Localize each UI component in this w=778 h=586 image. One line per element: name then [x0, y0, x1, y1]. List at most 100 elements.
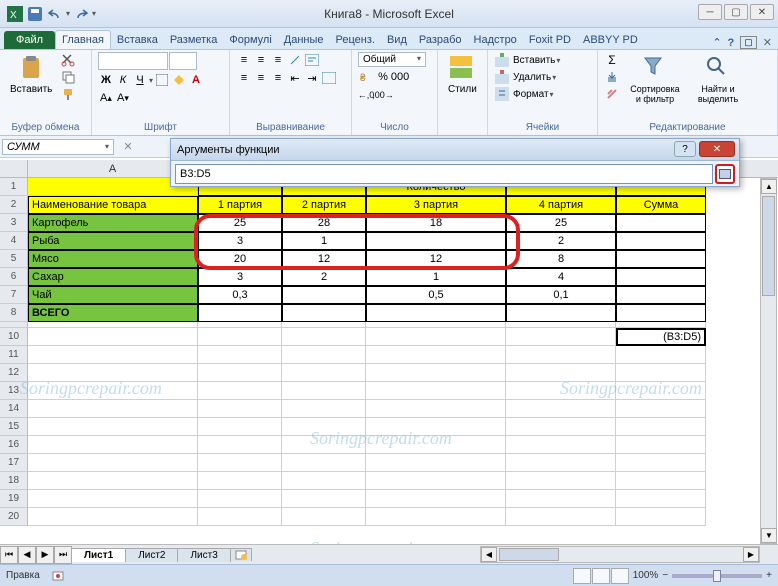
cell[interactable]: 4 партия — [506, 196, 616, 214]
cell[interactable] — [616, 346, 706, 364]
minimize-button[interactable]: ─ — [698, 4, 722, 20]
row-header[interactable]: 4 — [0, 232, 28, 250]
number-format-select[interactable]: Общий▾ — [358, 52, 426, 67]
cell[interactable] — [616, 364, 706, 382]
cell[interactable]: 0,1 — [506, 286, 616, 304]
minimize-ribbon-icon[interactable]: ⌃ — [712, 36, 721, 49]
zoom-slider[interactable] — [672, 574, 762, 578]
cell[interactable] — [198, 364, 282, 382]
row-header[interactable]: 19 — [0, 490, 28, 508]
next-sheet-button[interactable]: ▶ — [36, 546, 54, 564]
cell[interactable] — [198, 382, 282, 400]
file-tab[interactable]: Файл — [4, 31, 55, 49]
cell[interactable] — [282, 364, 366, 382]
cell[interactable] — [366, 490, 506, 508]
cell[interactable]: 25 — [198, 214, 282, 232]
cell[interactable] — [282, 346, 366, 364]
cell[interactable] — [506, 364, 616, 382]
cell[interactable] — [366, 382, 506, 400]
cell[interactable] — [282, 286, 366, 304]
cell[interactable] — [366, 304, 506, 322]
cell[interactable] — [616, 472, 706, 490]
autosum-icon[interactable]: Σ — [604, 52, 620, 68]
row-header[interactable]: 6 — [0, 268, 28, 286]
tab-insert[interactable]: Вставка — [111, 31, 164, 49]
bold-icon[interactable]: Ж — [98, 72, 114, 88]
zoom-thumb[interactable] — [713, 570, 721, 582]
font-size-input[interactable] — [169, 52, 197, 70]
cell[interactable]: 12 — [366, 250, 506, 268]
cell[interactable] — [616, 436, 706, 454]
page-layout-view-button[interactable] — [592, 568, 610, 584]
inner-close-icon[interactable]: ✕ — [763, 36, 772, 49]
cell[interactable] — [506, 508, 616, 526]
cell[interactable] — [282, 508, 366, 526]
cell[interactable]: 20 — [198, 250, 282, 268]
cell[interactable] — [506, 436, 616, 454]
wrap-text-icon[interactable] — [304, 52, 320, 68]
cell[interactable]: 0,3 — [198, 286, 282, 304]
cell[interactable] — [28, 508, 198, 526]
tab-layout[interactable]: Разметка — [164, 31, 224, 49]
last-sheet-button[interactable]: ⏭ — [54, 546, 72, 564]
row-header[interactable]: 14 — [0, 400, 28, 418]
cut-icon[interactable] — [60, 52, 76, 68]
sort-filter-button[interactable]: Сортировка и фильтр — [624, 52, 686, 106]
name-box[interactable]: СУММ▾ — [2, 139, 114, 155]
scroll-thumb[interactable] — [762, 196, 775, 296]
row-header[interactable]: 11 — [0, 346, 28, 364]
align-middle-icon[interactable]: ≡ — [253, 52, 269, 68]
cell[interactable] — [198, 400, 282, 418]
worksheet-grid[interactable]: A B C D E F 1 Количество 2 Наименование … — [0, 160, 778, 564]
sheet-tab[interactable]: Лист1 — [71, 548, 126, 562]
cell[interactable]: 1 — [282, 232, 366, 250]
select-all-corner[interactable] — [0, 160, 28, 177]
save-icon[interactable] — [26, 5, 44, 23]
cell[interactable]: 25 — [506, 214, 616, 232]
tab-view[interactable]: Вид — [381, 31, 413, 49]
border-icon[interactable] — [154, 72, 170, 88]
insert-cell-icon[interactable] — [494, 52, 510, 68]
cell[interactable] — [198, 472, 282, 490]
page-break-view-button[interactable] — [611, 568, 629, 584]
cell[interactable]: 2 — [506, 232, 616, 250]
cell[interactable] — [506, 490, 616, 508]
cell[interactable] — [198, 436, 282, 454]
cell[interactable]: 3 — [198, 268, 282, 286]
shrink-font-icon[interactable]: A▾ — [115, 90, 131, 106]
cell[interactable] — [282, 382, 366, 400]
inner-restore-icon[interactable]: ▢ — [740, 36, 757, 49]
cell[interactable] — [28, 346, 198, 364]
row-header[interactable]: 3 — [0, 214, 28, 232]
active-cell[interactable]: (B3:D5) — [616, 328, 706, 346]
cell[interactable] — [282, 400, 366, 418]
macro-record-icon[interactable] — [50, 568, 66, 584]
cell[interactable]: Мясо — [28, 250, 198, 268]
align-top-icon[interactable]: ≡ — [236, 52, 252, 68]
cell[interactable] — [282, 328, 366, 346]
scroll-left-button[interactable]: ◀ — [481, 547, 497, 562]
redo-icon[interactable] — [72, 5, 90, 23]
undo-icon[interactable] — [46, 5, 64, 23]
row-header[interactable]: 16 — [0, 436, 28, 454]
paste-button[interactable]: Вставить — [6, 52, 56, 97]
delete-cell-icon[interactable] — [494, 69, 510, 85]
format-painter-icon[interactable] — [60, 86, 76, 102]
cell[interactable] — [198, 346, 282, 364]
cell[interactable] — [366, 328, 506, 346]
sheet-tab[interactable]: Лист2 — [125, 548, 178, 562]
cell[interactable] — [366, 472, 506, 490]
cell[interactable] — [282, 454, 366, 472]
cell[interactable] — [616, 268, 706, 286]
scroll-up-button[interactable]: ▲ — [761, 179, 777, 194]
cell[interactable]: 0,5 — [366, 286, 506, 304]
cell[interactable] — [198, 490, 282, 508]
dialog-close-button[interactable]: ✕ — [699, 141, 735, 157]
cell[interactable]: Чай — [28, 286, 198, 304]
row-header[interactable]: 10 — [0, 328, 28, 346]
cell[interactable] — [616, 454, 706, 472]
cell[interactable] — [198, 508, 282, 526]
vertical-scrollbar[interactable]: ▲ ▼ — [760, 178, 777, 544]
scroll-down-button[interactable]: ▼ — [761, 528, 777, 543]
dialog-titlebar[interactable]: Аргументы функции ? ✕ — [171, 139, 739, 161]
